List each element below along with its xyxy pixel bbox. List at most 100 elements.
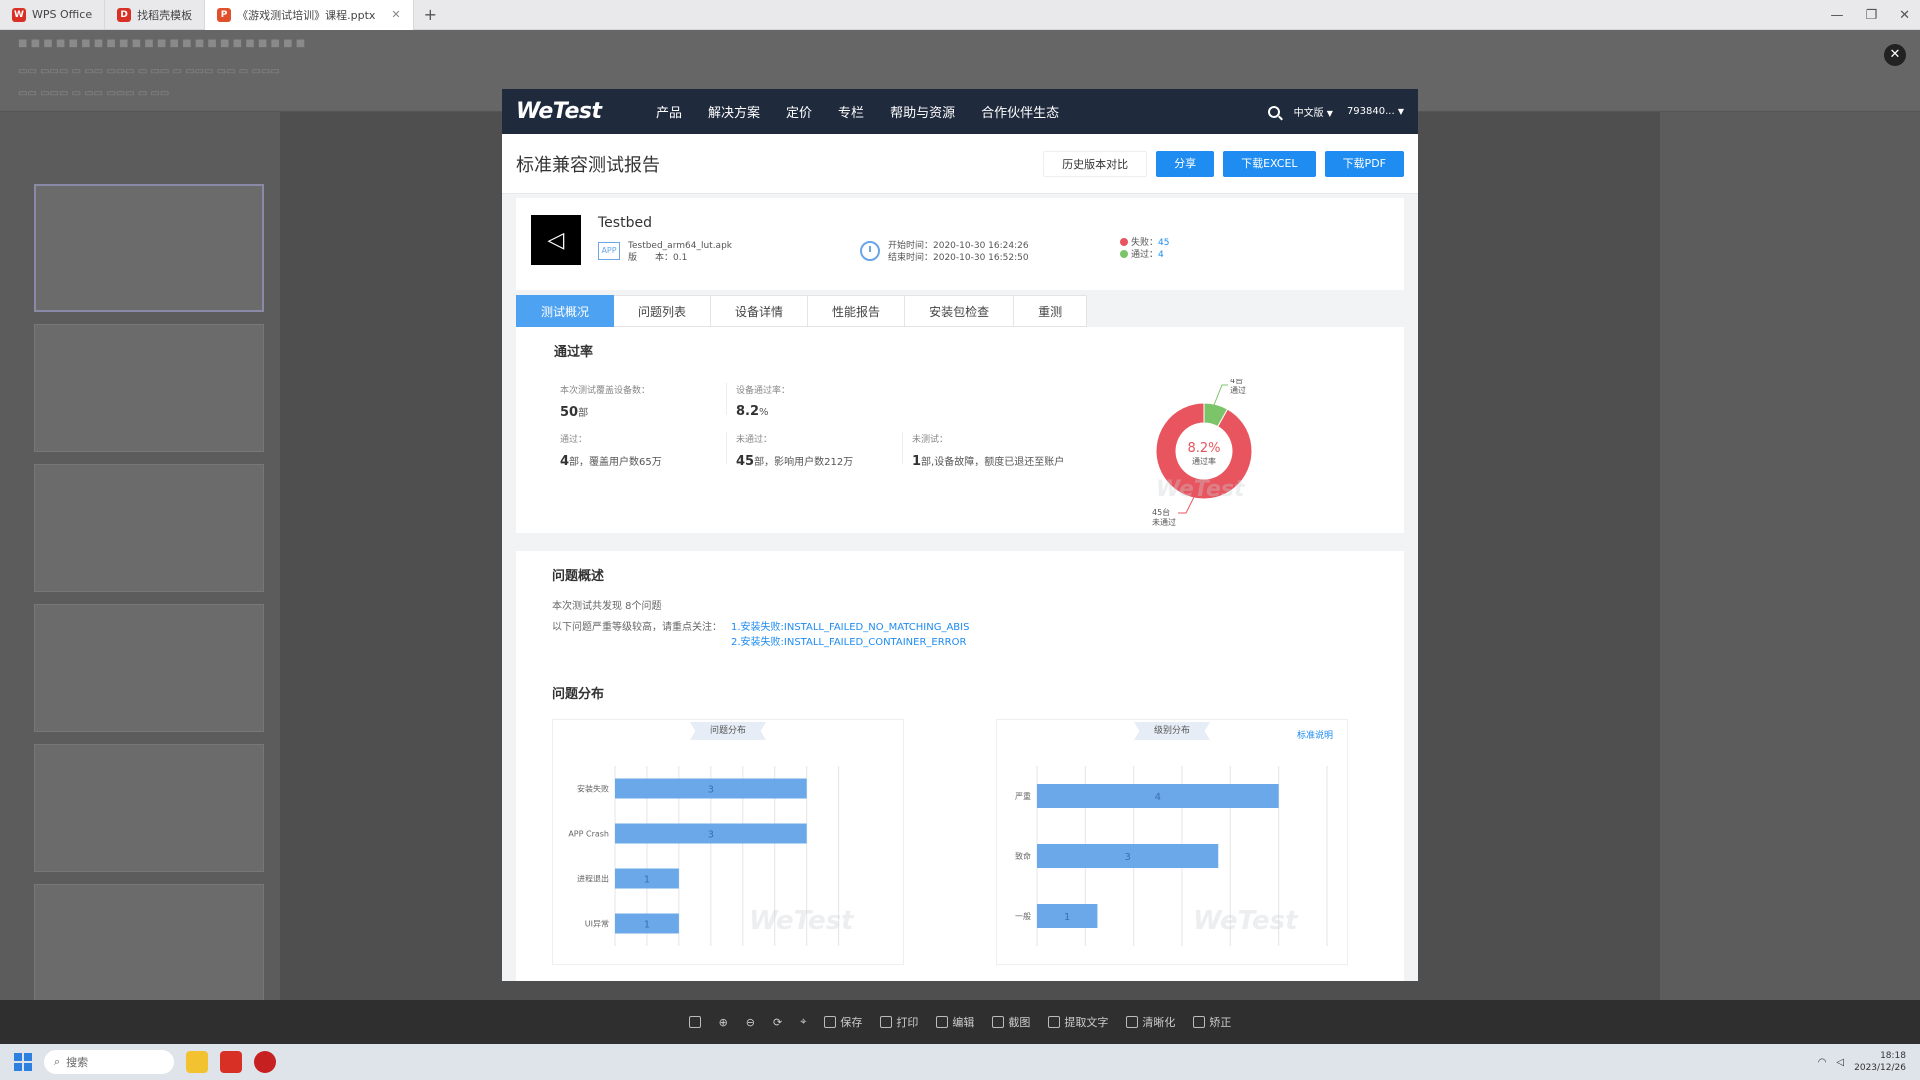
nav-solutions[interactable]: 解决方案	[708, 102, 760, 121]
slide-thumbnail[interactable]	[34, 604, 264, 732]
nav-pricing[interactable]: 定价	[786, 102, 812, 121]
section-title: 问题概述	[552, 569, 605, 584]
file-explorer-icon[interactable]	[186, 1051, 208, 1073]
bar-value-label: 3	[708, 830, 714, 841]
app-info-card: ◁ Testbed APP Testbed_arm64_lut.apk 版 本：…	[516, 198, 1404, 290]
taskbar-search[interactable]: ⌕ 搜索	[44, 1050, 174, 1074]
print-button[interactable]: 打印	[880, 1014, 918, 1030]
bar-value-label: 3	[1124, 852, 1130, 863]
slide-thumbnail[interactable]	[34, 884, 264, 1012]
clock-icon	[860, 241, 880, 261]
minimize-icon[interactable]: —	[1830, 8, 1843, 23]
pass-rate-donut-chart: 8.2%通过率 4台通过 45台未通过	[1152, 379, 1253, 527]
section-title: 通过率	[554, 345, 594, 360]
level-distribution-panel: 级别分布 标准说明 严重 4 致命 3 一般 1 WeTest	[996, 719, 1348, 965]
tab-package-check[interactable]: 安装包检查	[905, 295, 1015, 327]
clock[interactable]: 18:18 2023/12/26	[1854, 1050, 1906, 1074]
issue-overview-section: 问题概述 本次测试共发现 8个问题 以下问题严重等级较高，请重点关注： 1.安装…	[516, 551, 1404, 981]
docer-icon: D	[117, 7, 132, 22]
nav-help[interactable]: 帮助与资源	[890, 102, 955, 121]
chevron-down-icon: ▼	[1326, 109, 1333, 118]
download-pdf-button[interactable]: 下载PDF	[1324, 150, 1404, 177]
slide-thumbnail[interactable]	[34, 184, 264, 312]
wifi-icon[interactable]: ◠	[1818, 1057, 1827, 1068]
volume-icon[interactable]: ◁	[1836, 1057, 1844, 1068]
top-nav: WeTest 产品 解决方案 定价 专栏 帮助与资源 合作伙伴生态 中文版 ▼ …	[502, 89, 1418, 134]
nav-column[interactable]: 专栏	[838, 102, 864, 121]
tab-label: WPS Office	[32, 8, 93, 21]
new-tab-icon[interactable]: +	[414, 5, 447, 24]
windows-start-icon[interactable]	[14, 1053, 32, 1071]
pass-count: 通过：4	[1120, 249, 1169, 261]
rate-stat: 设备通过率： 8.2%	[736, 386, 791, 419]
bar-value-label: 3	[708, 785, 714, 796]
zoom-in-icon[interactable]: ⊕	[719, 1016, 728, 1029]
close-icon[interactable]: ✕	[1899, 8, 1910, 23]
tab-devices[interactable]: 设备详情	[711, 295, 809, 327]
tab-wps-office[interactable]: W WPS Office	[0, 0, 106, 30]
history-compare-button[interactable]: 历史版本对比	[1043, 150, 1148, 177]
recorder-icon[interactable]	[254, 1051, 276, 1073]
issue-distribution-panel: 问题分布 安装失败 3 APP Crash 3 进程退出 1 UI异常 1 WeTest	[552, 719, 904, 965]
wps-taskbar-icon[interactable]	[220, 1051, 242, 1073]
correct-button[interactable]: 矫正	[1193, 1014, 1231, 1030]
ppt-icon: P	[217, 7, 232, 22]
tab-issues[interactable]: 问题列表	[614, 295, 712, 327]
bar-value-label: 1	[1064, 912, 1070, 923]
donut-center-label: 通过率	[1192, 456, 1216, 466]
window-controls: — ❐ ✕	[1830, 0, 1910, 30]
tab-retest[interactable]: 重测	[1014, 295, 1088, 327]
nav-products[interactable]: 产品	[656, 102, 682, 121]
tab-performance[interactable]: 性能报告	[808, 295, 906, 327]
devices-stat: 本次测试覆盖设备数： 50部	[560, 386, 651, 420]
screenshot-button[interactable]: 截图	[992, 1014, 1030, 1030]
untested-stat: 未测试： 1部,设备故障，额度已退还至账户	[912, 435, 1065, 469]
slide-thumbnail[interactable]	[34, 324, 264, 452]
nav-partners[interactable]: 合作伙伴生态	[981, 102, 1059, 121]
fit-icon[interactable]	[688, 1016, 701, 1028]
app-name: Testbed	[598, 215, 652, 231]
account-menu[interactable]: 793840... ▼	[1347, 106, 1404, 117]
search-icon[interactable]	[1267, 105, 1280, 118]
wps-icon: W	[12, 7, 26, 22]
properties-panel	[1660, 112, 1920, 1000]
callout-pass-label: 通过	[1230, 385, 1246, 395]
close-viewer-icon[interactable]: ✕	[1884, 44, 1906, 66]
watermark: WeTest	[1156, 477, 1245, 502]
bar-category-label: 进程退出	[577, 874, 609, 884]
bar-value-label: 1	[644, 875, 650, 886]
language-select[interactable]: 中文版 ▼	[1294, 104, 1333, 119]
bar-value-label: 1	[644, 920, 650, 931]
sharpen-button[interactable]: 清晰化	[1126, 1014, 1175, 1030]
window-titlebar: W WPS Office D 找稻壳模板 P 《游戏测试培训》课程.pptx ✕ + —…	[0, 0, 1920, 30]
issue-link[interactable]: 2.安装失败:INSTALL_FAILED_CONTAINER_ERROR	[731, 633, 966, 648]
report-header: 标准兼容测试报告 历史版本对比 分享 下载EXCEL 下载PDF	[502, 134, 1418, 194]
download-excel-button[interactable]: 下载EXCEL	[1223, 150, 1316, 177]
restore-icon[interactable]: ❐	[1865, 8, 1877, 23]
extract-text-button[interactable]: 提取文字	[1048, 1014, 1108, 1030]
save-button[interactable]: 保存	[824, 1014, 862, 1030]
watermark: WeTest	[1193, 906, 1298, 936]
share-button[interactable]: 分享	[1156, 150, 1215, 177]
tab-overview[interactable]: 测试概况	[516, 295, 615, 327]
wetest-logo[interactable]: WeTest	[516, 99, 656, 124]
issue-focus-label: 以下问题严重等级较高，请重点关注：	[552, 622, 722, 633]
tab-template[interactable]: D 找稻壳模板	[105, 0, 206, 30]
unity-logo-icon: ◁	[531, 215, 581, 265]
watermark: WeTest	[749, 906, 854, 936]
close-tab-icon[interactable]: ✕	[391, 8, 400, 21]
app-version: 版 本：0.1	[628, 253, 688, 263]
zoom-out-icon[interactable]: ⊖	[746, 1016, 755, 1029]
issue-summary: 本次测试共发现 8个问题	[552, 601, 662, 612]
start-time: 开始时间：2020-10-30 16:24:26	[888, 241, 1029, 251]
slide-thumbnail[interactable]	[34, 744, 264, 872]
pin-icon[interactable]: ⌖	[800, 1015, 806, 1029]
edit-button[interactable]: 编辑	[936, 1014, 974, 1030]
issue-link[interactable]: 1.安装失败:INSTALL_FAILED_NO_MATCHING_ABIS	[731, 618, 969, 633]
slide-thumbnail[interactable]	[34, 464, 264, 592]
tab-pptx[interactable]: P 《游戏测试培训》课程.pptx ✕	[205, 0, 414, 30]
end-time: 结束时间：2020-10-30 16:52:50	[888, 253, 1029, 263]
rotate-icon[interactable]: ⟳	[773, 1016, 782, 1029]
pass-rate-section: 通过率 本次测试覆盖设备数： 50部 设备通过率： 8.2% 通过： 4部，覆盖…	[516, 327, 1404, 533]
apk-name: Testbed_arm64_lut.apk	[628, 241, 732, 251]
